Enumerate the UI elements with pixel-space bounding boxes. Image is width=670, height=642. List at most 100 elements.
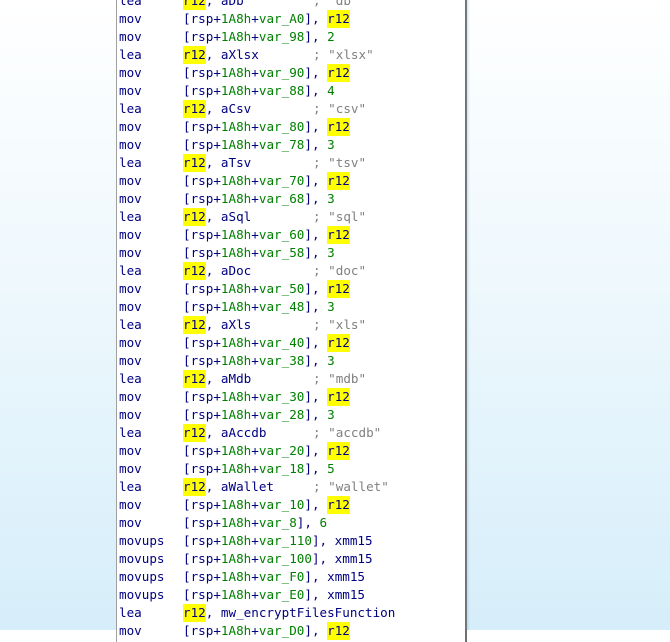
mnemonic: lea bbox=[119, 47, 142, 62]
operand-token: [rsp+ bbox=[183, 623, 221, 638]
operand-token: var_98 bbox=[258, 29, 305, 44]
operand-token: [rsp+ bbox=[183, 11, 221, 26]
operand-token: var_60 bbox=[258, 227, 305, 242]
operand-token: ], bbox=[304, 191, 328, 206]
operand-token: + bbox=[251, 533, 259, 548]
operand-token: 1A8h bbox=[220, 335, 252, 350]
operand-token: + bbox=[251, 551, 259, 566]
operand-token: var_58 bbox=[258, 245, 305, 260]
register-highlight[interactable]: r12 bbox=[327, 226, 350, 244]
operand-token: 1A8h bbox=[220, 515, 252, 530]
mnemonic: mov bbox=[119, 623, 142, 638]
mnemonic: mov bbox=[119, 137, 142, 152]
register-highlight[interactable]: r12 bbox=[183, 154, 206, 172]
operand-token: 1A8h bbox=[220, 119, 252, 134]
register-highlight[interactable]: r12 bbox=[183, 424, 206, 442]
mnemonic: mov bbox=[119, 497, 142, 512]
mnemonic: mov bbox=[119, 407, 142, 422]
function-name[interactable]: mw_encryptFilesFunction bbox=[221, 604, 395, 622]
operand-token: var_100 bbox=[258, 551, 312, 566]
register-highlight[interactable]: r12 bbox=[183, 262, 206, 280]
operand-token: 3 bbox=[327, 191, 335, 206]
mnemonic: lea bbox=[119, 317, 142, 332]
operand-token: , aCsv bbox=[205, 101, 252, 116]
mnemonic: mov bbox=[119, 389, 142, 404]
register-highlight[interactable]: r12 bbox=[327, 442, 350, 460]
register-highlight[interactable]: r12 bbox=[327, 172, 350, 190]
operand-token: var_40 bbox=[258, 335, 305, 350]
operand-token: [rsp+ bbox=[183, 497, 221, 512]
operand-token: ], bbox=[304, 65, 328, 80]
mnemonic: mov bbox=[119, 515, 142, 530]
operands: [rsp+1A8h+var_90], r12 bbox=[183, 64, 350, 82]
operand-token: + bbox=[251, 65, 259, 80]
operand-token: ], bbox=[304, 443, 328, 458]
operand-token: ], xmm15 bbox=[311, 551, 373, 566]
register-highlight[interactable]: r12 bbox=[327, 64, 350, 82]
register-highlight[interactable]: r12 bbox=[183, 478, 206, 496]
operand-token: [rsp+ bbox=[183, 245, 221, 260]
register-highlight[interactable]: r12 bbox=[183, 316, 206, 334]
operand-token: ], bbox=[304, 497, 328, 512]
operand-token: 1A8h bbox=[220, 281, 252, 296]
mnemonic: lea bbox=[119, 209, 142, 224]
operand-token: var_70 bbox=[258, 173, 305, 188]
operand-token: var_48 bbox=[258, 299, 305, 314]
disassembly-view[interactable]: lea r12, aDb; "db" mov [rsp+1A8h+var_A0], r… bbox=[116, 0, 467, 642]
mnemonic: mov bbox=[119, 443, 142, 458]
operand-token: ], bbox=[304, 299, 328, 314]
operands: [rsp+1A8h+var_F0], xmm15 bbox=[183, 568, 365, 586]
mnemonic: lea bbox=[119, 101, 142, 116]
register-highlight[interactable]: r12 bbox=[327, 10, 350, 28]
operand-token: ], bbox=[304, 389, 328, 404]
operands: r12, aTsv bbox=[183, 154, 251, 172]
operand-token: [rsp+ bbox=[183, 587, 221, 602]
register-highlight[interactable]: r12 bbox=[327, 280, 350, 298]
register-highlight[interactable]: r12 bbox=[183, 370, 206, 388]
operands: [rsp+1A8h+var_58], 3 bbox=[183, 244, 335, 262]
operand-token: + bbox=[251, 389, 259, 404]
mnemonic: mov bbox=[119, 119, 142, 134]
comment: ; "wallet" bbox=[313, 479, 389, 494]
operands: r12, aXlsx bbox=[183, 46, 259, 64]
operand-token: [rsp+ bbox=[183, 551, 221, 566]
comment: ; "sql" bbox=[313, 209, 367, 224]
operand-token: ], bbox=[304, 11, 328, 26]
register-highlight[interactable]: r12 bbox=[327, 388, 350, 406]
register-highlight[interactable]: r12 bbox=[183, 46, 206, 64]
operand-token: ], xmm15 bbox=[304, 569, 366, 584]
operand-token: 1A8h bbox=[220, 11, 252, 26]
register-highlight[interactable]: r12 bbox=[327, 622, 350, 640]
mnemonic: mov bbox=[119, 83, 142, 98]
register-highlight[interactable]: r12 bbox=[183, 100, 206, 118]
operand-token: [rsp+ bbox=[183, 65, 221, 80]
operand-token: 1A8h bbox=[220, 137, 252, 152]
operand-token: 3 bbox=[327, 353, 335, 368]
comment: ; "accdb" bbox=[313, 425, 382, 440]
operand-token: [rsp+ bbox=[183, 281, 221, 296]
register-highlight[interactable]: r12 bbox=[327, 496, 350, 514]
register-highlight[interactable]: r12 bbox=[327, 118, 350, 136]
operand-token: 1A8h bbox=[220, 245, 252, 260]
operand-token: var_78 bbox=[258, 137, 305, 152]
register-highlight[interactable]: r12 bbox=[183, 604, 206, 622]
comment: ; "xls" bbox=[313, 317, 367, 332]
mnemonic: mov bbox=[119, 299, 142, 314]
operand-token: , aDb bbox=[205, 0, 244, 8]
mnemonic: mov bbox=[119, 65, 142, 80]
operands: [rsp+1A8h+var_88], 4 bbox=[183, 82, 335, 100]
mnemonic: lea bbox=[119, 155, 142, 170]
operand-token: + bbox=[251, 497, 259, 512]
operand-token: var_50 bbox=[258, 281, 305, 296]
register-highlight[interactable]: r12 bbox=[183, 0, 206, 10]
operand-token: ], bbox=[304, 119, 328, 134]
register-highlight[interactable]: r12 bbox=[327, 334, 350, 352]
mnemonic: movups bbox=[119, 569, 165, 584]
register-highlight[interactable]: r12 bbox=[183, 208, 206, 226]
operands: [rsp+1A8h+var_98], 2 bbox=[183, 28, 335, 46]
operand-token: [rsp+ bbox=[183, 83, 221, 98]
operand-token: var_18 bbox=[258, 461, 305, 476]
comment: ; "db" bbox=[313, 0, 359, 8]
operand-token: + bbox=[251, 443, 259, 458]
operand-token: + bbox=[251, 191, 259, 206]
